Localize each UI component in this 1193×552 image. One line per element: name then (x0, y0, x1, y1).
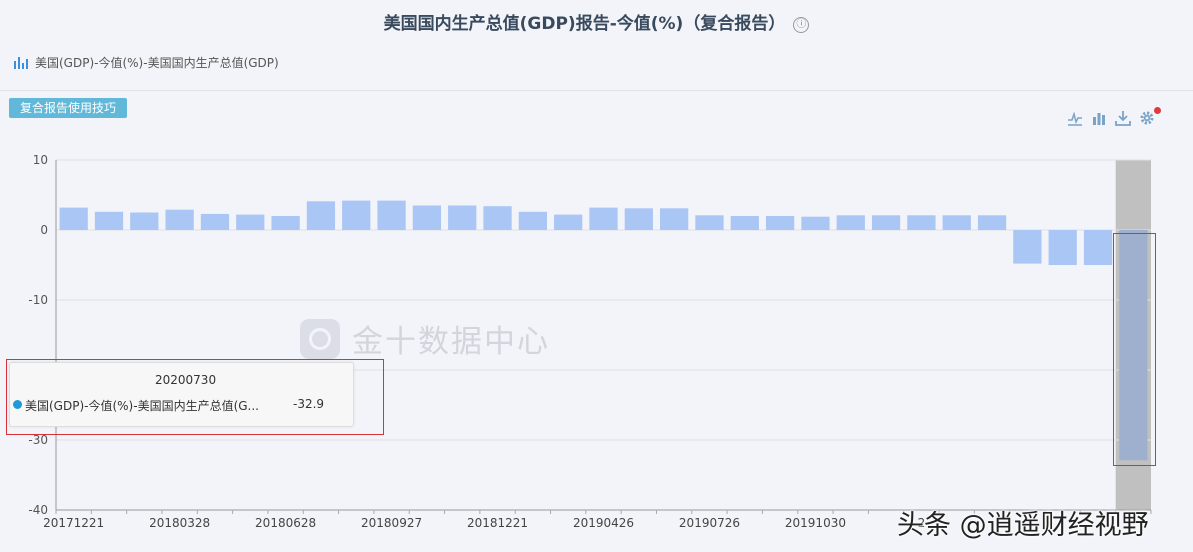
bar (730, 216, 759, 230)
bar (377, 200, 406, 230)
bar (554, 214, 583, 230)
bar (271, 216, 300, 230)
bar (660, 208, 689, 230)
bar-highlight-box (1113, 233, 1156, 466)
bar (59, 207, 88, 230)
bar (412, 205, 442, 230)
bar (907, 215, 936, 230)
bar (1013, 230, 1042, 264)
bar (200, 213, 230, 230)
bar (765, 216, 795, 230)
bar (801, 216, 830, 230)
x-tick-label: 20191030 (785, 516, 846, 530)
bar (942, 215, 971, 230)
bar (624, 208, 653, 230)
bar (94, 211, 124, 230)
bar (977, 215, 1007, 230)
y-tick-label: -30 (28, 433, 48, 447)
bar (342, 200, 371, 230)
bar (130, 212, 159, 230)
bar (695, 215, 724, 230)
bar (165, 209, 194, 230)
x-tick-label: 20180927 (361, 516, 422, 530)
x-tick-label: 20171221 (43, 516, 104, 530)
x-tick-label: 20181221 (467, 516, 528, 530)
bar (448, 205, 477, 230)
bar-chart: 100-10-20-30-402017122120180328201806282… (28, 153, 1152, 530)
bar (1083, 230, 1113, 265)
x-tick-label: 20190726 (679, 516, 740, 530)
bar (871, 215, 901, 230)
x-tick-label: 20180328 (149, 516, 210, 530)
y-tick-label: -40 (28, 503, 48, 517)
bar (518, 211, 547, 230)
bar (483, 206, 512, 230)
x-tick-label: 20190426 (573, 516, 634, 530)
y-tick-label: 10 (33, 153, 48, 167)
bar (236, 214, 265, 230)
source-credit: 头条 @逍遥财经视野 (897, 510, 1149, 541)
y-tick-label: 0 (40, 223, 48, 237)
bar (1048, 230, 1077, 265)
bar (589, 207, 618, 230)
tooltip-highlight-box (6, 359, 384, 435)
x-tick-label: 20180628 (255, 516, 316, 530)
y-tick-label: -10 (28, 293, 48, 307)
bar (836, 215, 865, 230)
bar (306, 201, 336, 230)
